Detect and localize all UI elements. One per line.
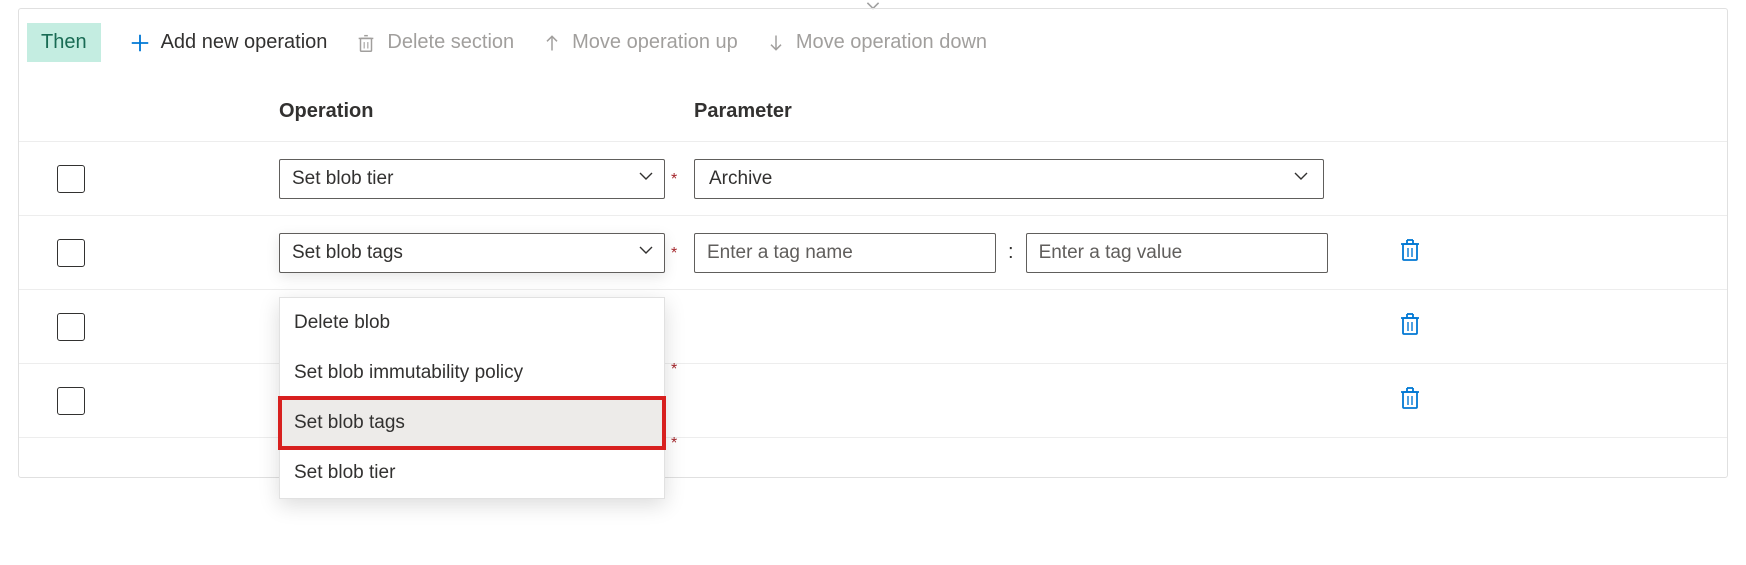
dropdown-option[interactable]: Set blob tags (280, 398, 664, 448)
operation-select-value: Set blob tier (292, 168, 393, 190)
dropdown-option[interactable]: Delete blob (280, 298, 664, 348)
trash-icon (355, 32, 377, 54)
required-marker: * (671, 171, 677, 189)
header-operation: Operation (279, 100, 694, 123)
delete-row-button[interactable] (1398, 385, 1422, 417)
row-checkbox[interactable] (57, 165, 85, 193)
dropdown-option[interactable]: Set blob tier (280, 448, 664, 498)
chevron-down-icon (1293, 168, 1309, 190)
row-checkbox[interactable] (57, 387, 85, 415)
delete-section-label: Delete section (387, 31, 514, 54)
header-parameter: Parameter (694, 100, 1594, 123)
operation-dropdown: Delete blob Set blob immutability policy… (279, 297, 665, 499)
parameter-select-value: Archive (709, 168, 772, 190)
operation-select-value: Set blob tags (292, 242, 403, 264)
required-marker: * (671, 245, 677, 263)
arrow-up-icon (542, 33, 562, 53)
plus-icon (129, 32, 151, 54)
chevron-down-icon (638, 242, 654, 264)
delete-section-button: Delete section (355, 31, 514, 54)
parameter-select[interactable]: Archive (694, 159, 1324, 199)
flow-arrow-down-icon (0, 0, 1746, 8)
move-operation-down-button: Move operation down (766, 31, 987, 54)
move-operation-up-button: Move operation up (542, 31, 738, 54)
operation-row: Set blob tags * : (19, 216, 1727, 290)
row-checkbox[interactable] (57, 239, 85, 267)
required-marker: * (671, 435, 677, 453)
chevron-down-icon (638, 168, 654, 190)
then-badge: Then (27, 23, 101, 62)
operation-row: Set blob tier * Archive (19, 142, 1727, 216)
operation-select[interactable]: Set blob tier (279, 159, 665, 199)
move-up-label: Move operation up (572, 31, 738, 54)
move-down-label: Move operation down (796, 31, 987, 54)
then-section-panel: Then Add new operation Delete section Mo… (18, 8, 1728, 478)
delete-row-button[interactable] (1398, 237, 1422, 269)
operations-header-row: Operation Parameter (19, 76, 1727, 142)
dropdown-option[interactable]: Set blob immutability policy (280, 348, 664, 398)
then-toolbar: Then Add new operation Delete section Mo… (19, 9, 1727, 76)
tag-colon: : (1006, 241, 1016, 264)
add-new-operation-label: Add new operation (161, 31, 328, 54)
operation-select[interactable]: Set blob tags (279, 233, 665, 273)
arrow-down-icon (766, 33, 786, 53)
delete-row-button[interactable] (1398, 311, 1422, 343)
add-new-operation-button[interactable]: Add new operation (129, 31, 328, 54)
tag-value-input[interactable] (1026, 233, 1328, 273)
operation-row: * (19, 364, 1727, 438)
tag-name-input[interactable] (694, 233, 996, 273)
operation-row: * (19, 290, 1727, 364)
row-checkbox[interactable] (57, 313, 85, 341)
